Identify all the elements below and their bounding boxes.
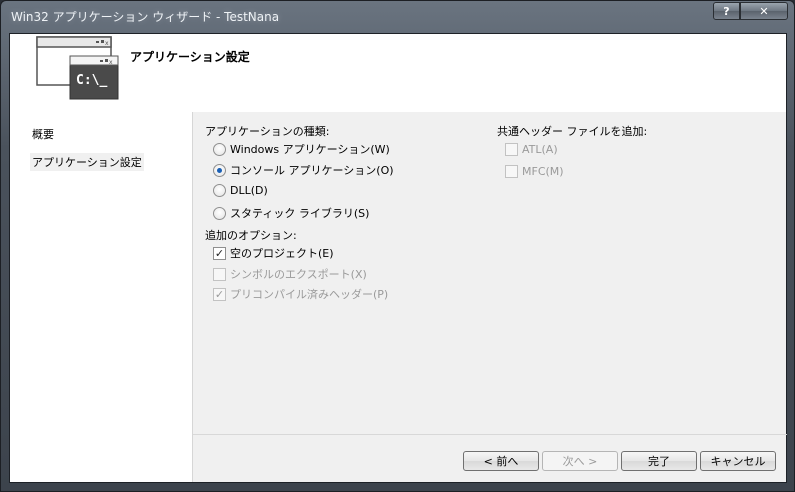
title-bar[interactable]: Win32 アプリケーション ウィザード - TestNana ? ✕ (1, 1, 794, 31)
checkbox-empty-project[interactable]: ✓ 空のプロジェクト(E) (213, 245, 334, 261)
extra-options-label: 追加のオプション: (205, 229, 297, 242)
console-window-icon: x x C:\_ (36, 36, 119, 100)
checkbox[interactable] (213, 267, 226, 281)
svg-text:x: x (109, 59, 113, 66)
checkbox-label: プリコンパイル済みヘッダー(P) (230, 288, 389, 301)
help-button[interactable]: ? (713, 2, 740, 20)
radio-windows-app[interactable]: Windows アプリケーション(W) (213, 141, 390, 157)
cancel-button[interactable]: キャンセル (700, 451, 776, 471)
radio-button[interactable] (213, 142, 226, 156)
radio-dll[interactable]: DLL(D) (213, 184, 268, 197)
app-type-label: アプリケーションの種類: (205, 125, 330, 138)
checkbox-label: ATL(A) (522, 143, 558, 156)
radio-label: スタティック ライブラリ(S) (230, 207, 370, 220)
checkbox-label: 空のプロジェクト(E) (230, 247, 334, 260)
checkbox-label: MFC(M) (522, 165, 564, 178)
checkbox-mfc[interactable]: MFC(M) (505, 165, 564, 178)
wizard-window: Win32 アプリケーション ウィザード - TestNana ? ✕ x x … (0, 0, 795, 492)
wizard-header: x x C:\_ アプリケーション設定 (10, 34, 786, 112)
radio-static-lib[interactable]: スタティック ライブラリ(S) (213, 205, 369, 221)
checkbox[interactable]: ✓ (213, 246, 226, 260)
prev-button[interactable]: < 前へ (463, 451, 539, 471)
sidebar: 概要 アプリケーション設定 (10, 112, 192, 482)
settings-panel: アプリケーションの種類: Windows アプリケーション(W) コンソール ア… (192, 112, 787, 482)
checkbox-label: シンボルのエクスポート(X) (230, 268, 367, 281)
next-button[interactable]: 次へ > (542, 451, 618, 471)
radio-button[interactable] (213, 184, 226, 197)
radio-console-app[interactable]: コンソール アプリケーション(O) (213, 162, 394, 178)
radio-label: DLL(D) (230, 184, 268, 197)
close-button[interactable]: ✕ (740, 2, 788, 20)
sidebar-item-app-settings[interactable]: アプリケーション設定 (30, 153, 144, 171)
common-headers-label: 共通ヘッダー ファイルを追加: (497, 125, 648, 138)
console-prompt-text: C:\_ (76, 73, 107, 88)
page-title: アプリケーション設定 (130, 50, 250, 64)
window-title: Win32 アプリケーション ウィザード - TestNana (11, 10, 280, 24)
checkbox-precompiled-header[interactable]: ✓ プリコンパイル済みヘッダー(P) (213, 286, 388, 302)
sidebar-item-overview[interactable]: 概要 (32, 126, 54, 142)
checkbox-export-symbols[interactable]: シンボルのエクスポート(X) (213, 266, 367, 282)
divider (193, 434, 787, 435)
radio-button[interactable] (213, 206, 226, 220)
checkbox[interactable] (505, 143, 518, 156)
radio-label: コンソール アプリケーション(O) (230, 164, 394, 177)
radio-label: Windows アプリケーション(W) (230, 143, 390, 156)
checkbox-atl[interactable]: ATL(A) (505, 143, 558, 156)
checkbox[interactable] (505, 165, 518, 178)
finish-button[interactable]: 完了 (621, 451, 697, 471)
radio-button-selected[interactable] (213, 163, 226, 177)
checkbox[interactable]: ✓ (213, 287, 226, 301)
svg-text:x: x (105, 40, 109, 47)
wizard-client: x x C:\_ アプリケーション設定 概要 アプリケーション設定 アプリケーシ… (9, 33, 787, 483)
